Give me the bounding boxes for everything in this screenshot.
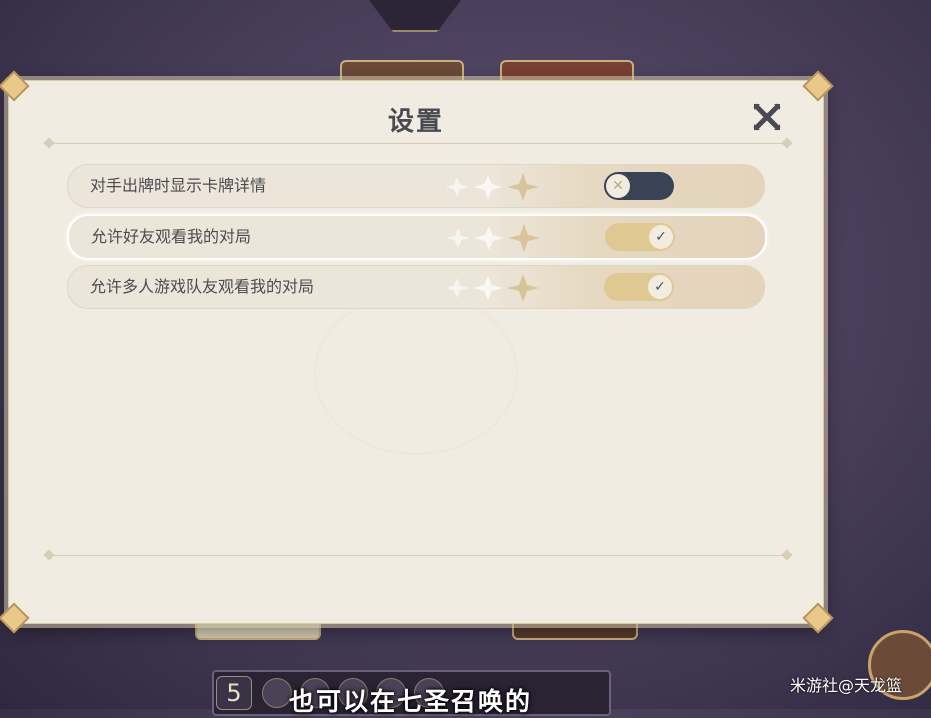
dialog-title: 设置 xyxy=(387,107,444,137)
watermark: 米游社@天龙篮 xyxy=(790,676,903,695)
setting-row-show-opponent-card[interactable]: 对手出牌时显示卡牌详情 ✕ xyxy=(67,164,765,208)
sparkle-icon xyxy=(446,224,540,252)
corner-ornament xyxy=(802,602,834,634)
divider xyxy=(43,137,793,149)
close-button[interactable] xyxy=(751,101,783,133)
dice-count: 5 xyxy=(216,676,252,710)
settings-dialog: 设置 对手出牌时显示卡牌详情 ✕ 允许好友观看我的对局 ✓ 允许多人游戏队友观看… xyxy=(0,70,834,634)
divider xyxy=(43,549,793,561)
setting-row-party-spectate[interactable]: 允许多人游戏队友观看我的对局 ✓ xyxy=(67,265,765,309)
sparkle-icon xyxy=(445,274,539,302)
sparkle-icon xyxy=(445,173,539,201)
setting-label: 允许好友观看我的对局 xyxy=(91,227,252,246)
dice-icon xyxy=(262,678,292,708)
emblem-watermark-icon xyxy=(314,291,518,455)
corner-ornament xyxy=(0,70,30,102)
setting-label: 允许多人游戏队友观看我的对局 xyxy=(90,277,315,296)
setting-label: 对手出牌时显示卡牌详情 xyxy=(90,176,267,195)
top-ornament xyxy=(360,0,470,32)
corner-ornament xyxy=(802,70,834,102)
toggle-switch[interactable]: ✓ xyxy=(604,273,674,301)
check-icon: ✓ xyxy=(649,225,673,249)
video-subtitle: 也可以在七圣召唤的 xyxy=(289,687,533,716)
toggle-switch[interactable]: ✓ xyxy=(605,223,675,251)
corner-ornament xyxy=(0,602,30,634)
check-icon: ✓ xyxy=(648,275,672,299)
toggle-switch[interactable]: ✕ xyxy=(604,172,674,200)
setting-row-friends-spectate[interactable]: 允许好友观看我的对局 ✓ xyxy=(67,214,767,260)
close-icon xyxy=(753,103,781,131)
x-icon: ✕ xyxy=(606,174,630,198)
